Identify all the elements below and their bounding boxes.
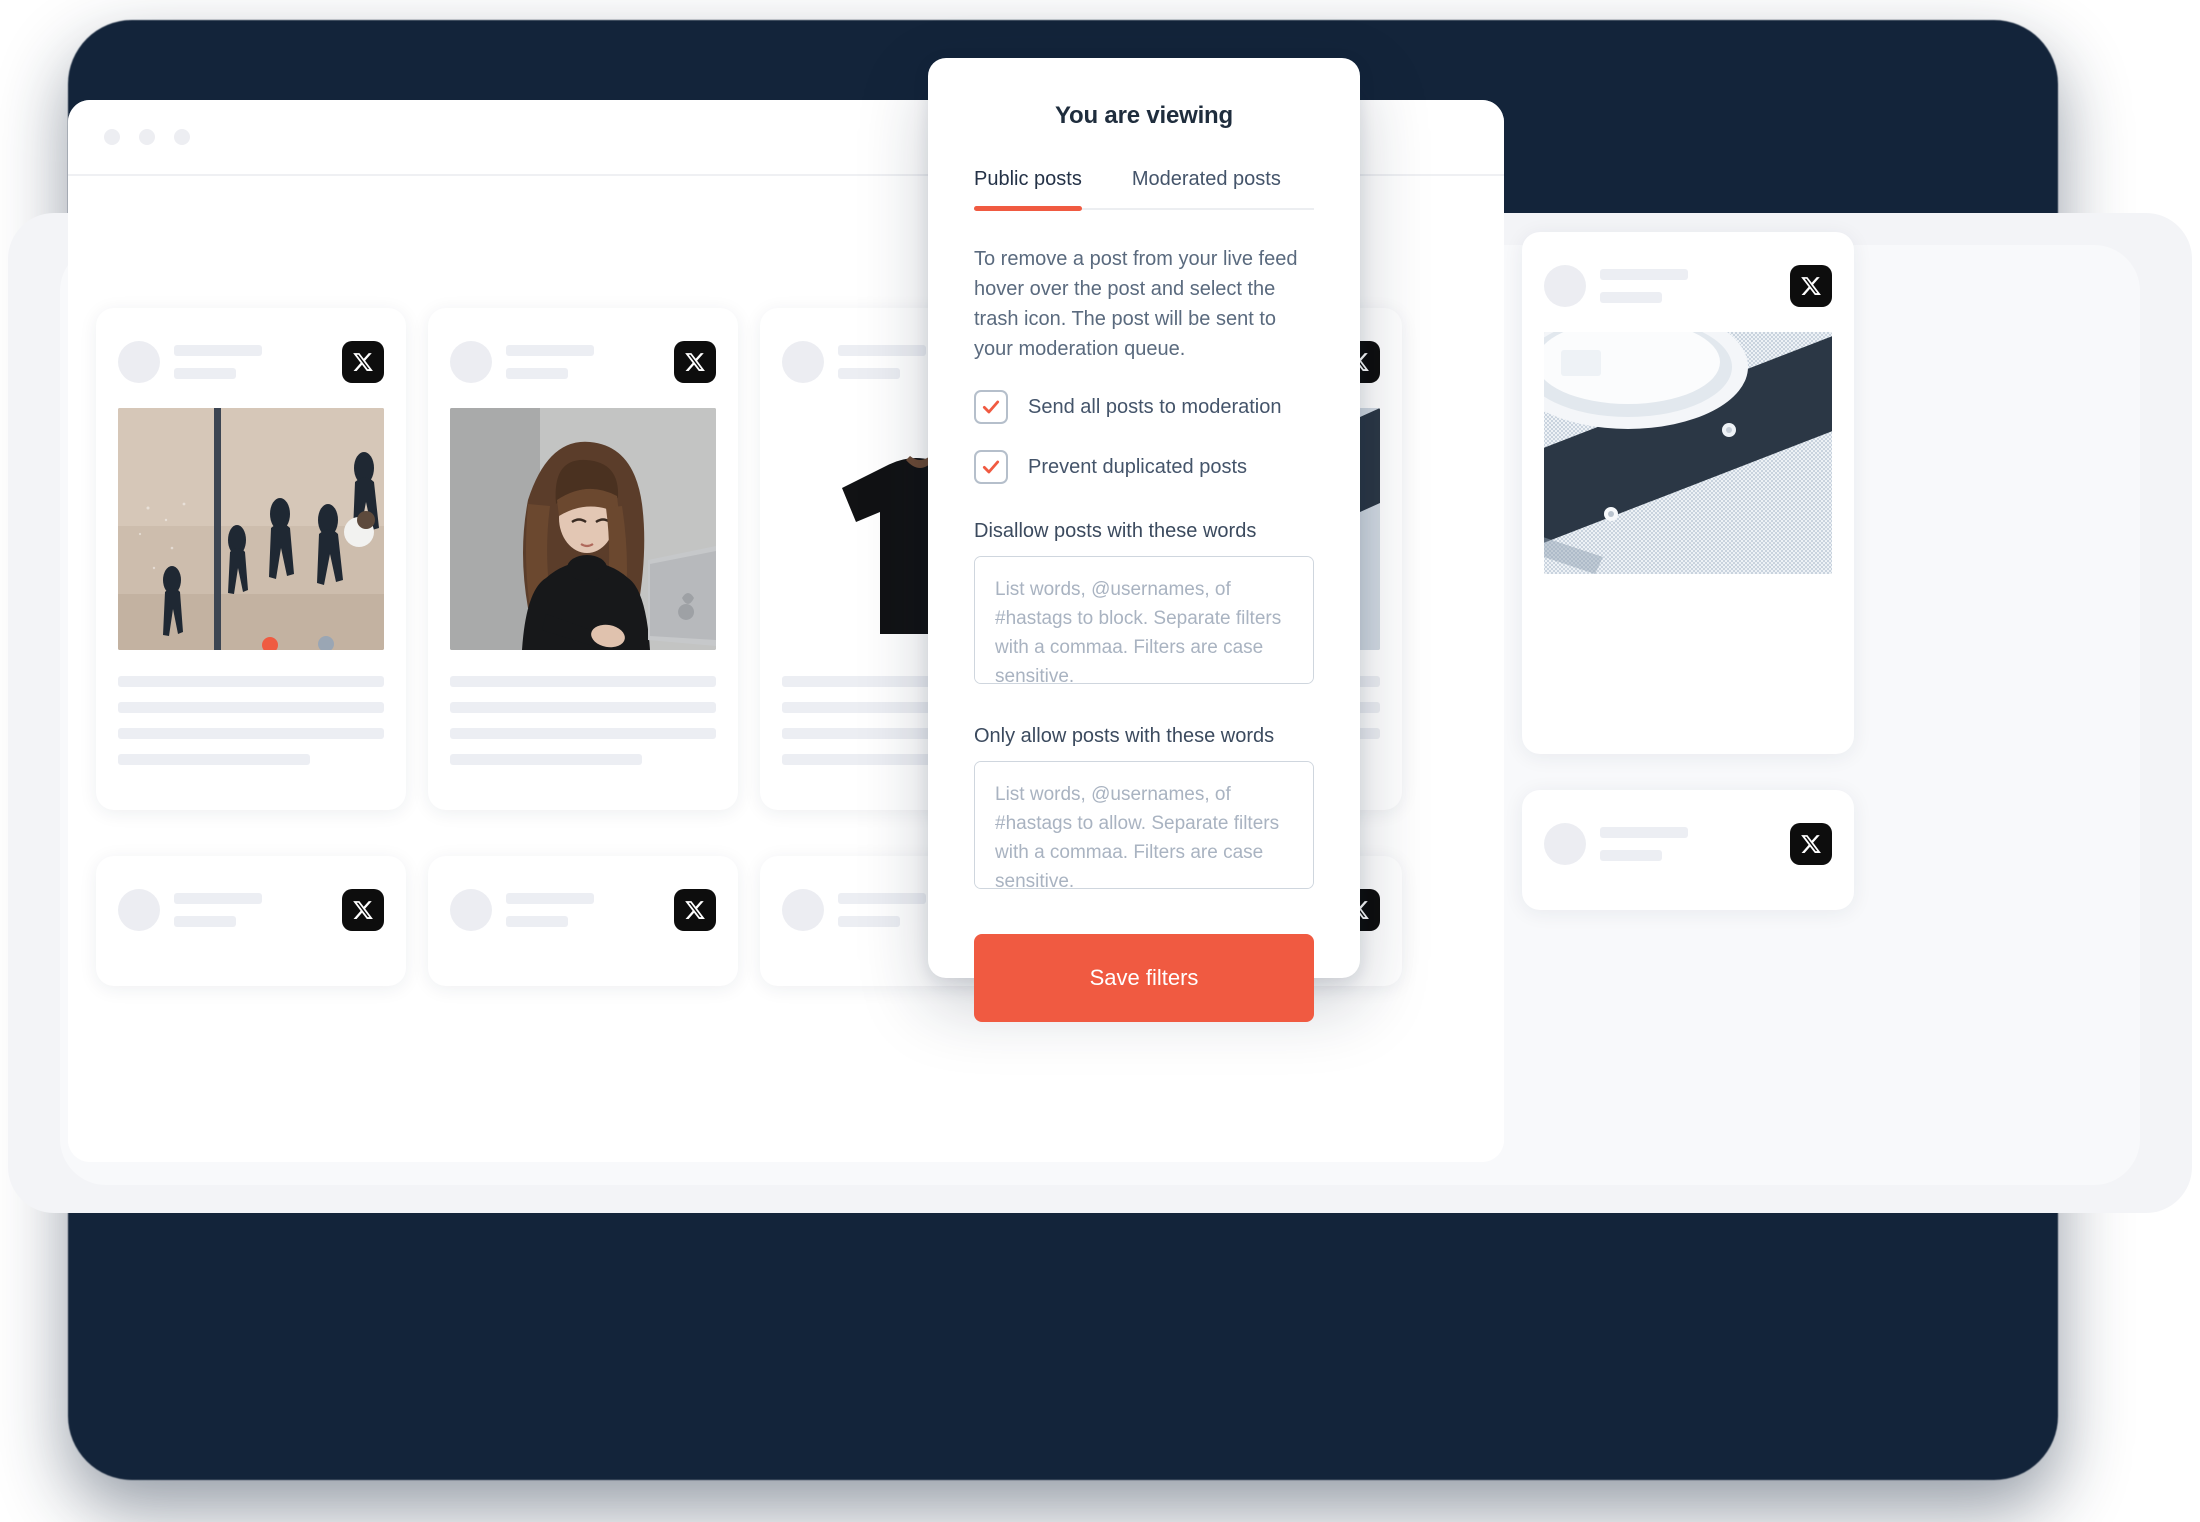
author-name-skeleton xyxy=(506,893,594,904)
outer-post-card-row2[interactable] xyxy=(1522,790,1854,910)
avatar xyxy=(118,341,160,383)
avatar xyxy=(1544,823,1586,865)
author-name-skeleton xyxy=(1600,269,1688,280)
post-header xyxy=(1544,256,1832,316)
author-name-skeleton xyxy=(174,345,262,356)
avatar xyxy=(782,341,824,383)
post-header xyxy=(1544,814,1832,874)
post-card[interactable] xyxy=(428,308,738,810)
x-logo-icon xyxy=(674,341,716,383)
author-handle-skeleton xyxy=(838,368,900,379)
allow-words-input[interactable] xyxy=(974,761,1314,889)
post-text-skeleton xyxy=(118,676,384,765)
avatar xyxy=(118,889,160,931)
text-line xyxy=(450,702,716,713)
post-author-placeholder xyxy=(174,345,342,379)
avatar xyxy=(450,341,492,383)
text-line xyxy=(118,676,384,687)
post-author-placeholder xyxy=(174,893,342,927)
post-text-skeleton xyxy=(450,676,716,765)
text-line xyxy=(118,702,384,713)
save-filters-button[interactable]: Save filters xyxy=(974,934,1314,1022)
post-card[interactable] xyxy=(428,856,738,986)
post-card[interactable] xyxy=(96,308,406,810)
label-disallow-words: Disallow posts with these words xyxy=(974,520,1257,542)
x-logo-icon xyxy=(1790,265,1832,307)
author-name-skeleton xyxy=(1600,827,1688,838)
post-author-placeholder xyxy=(506,345,674,379)
avatar xyxy=(450,889,492,931)
checkbox-label: Prevent duplicated posts xyxy=(1028,455,1248,478)
screenshot-stage: You are viewing Public posts Moderated p… xyxy=(0,0,2200,1522)
avatar xyxy=(782,889,824,931)
checkbox-label: Send all posts to moderation xyxy=(1028,395,1282,418)
author-handle-skeleton xyxy=(506,916,568,927)
x-logo-icon xyxy=(342,341,384,383)
window-close-dot[interactable] xyxy=(104,129,120,145)
post-author-placeholder xyxy=(1600,827,1790,861)
text-line xyxy=(450,728,716,739)
author-handle-skeleton xyxy=(1600,850,1662,861)
checkbox-prevent-duplicated-posts[interactable] xyxy=(974,450,1008,484)
post-header xyxy=(450,332,716,392)
post-header xyxy=(118,880,384,940)
moderation-settings-modal: You are viewing Public posts Moderated p… xyxy=(928,58,1360,1022)
window-minimize-dot[interactable] xyxy=(139,129,155,145)
checkbox-send-all-to-moderation[interactable] xyxy=(974,390,1008,424)
modal-title: You are viewing xyxy=(1055,102,1233,129)
tab-public-posts[interactable]: Public posts xyxy=(974,168,1082,211)
x-logo-icon xyxy=(674,889,716,931)
author-handle-skeleton xyxy=(838,916,900,927)
author-name-skeleton xyxy=(838,345,926,356)
post-header xyxy=(118,332,384,392)
text-line xyxy=(450,676,716,687)
post-photo-woman-laptop xyxy=(450,408,716,650)
author-handle-skeleton xyxy=(174,916,236,927)
author-handle-skeleton xyxy=(174,368,236,379)
avatar xyxy=(1544,265,1586,307)
x-logo-icon xyxy=(342,889,384,931)
author-handle-skeleton xyxy=(1600,292,1662,303)
post-header xyxy=(450,880,716,940)
post-photo-people-walking xyxy=(118,408,384,650)
text-line xyxy=(118,728,384,739)
x-logo-icon xyxy=(1790,823,1832,865)
post-photo-dress-shirts xyxy=(1544,332,1832,574)
post-card[interactable] xyxy=(96,856,406,986)
post-author-placeholder xyxy=(1600,269,1790,303)
author-name-skeleton xyxy=(838,893,926,904)
modal-tabs: Public posts Moderated posts xyxy=(974,168,1314,211)
check-icon xyxy=(982,400,1000,414)
author-name-skeleton xyxy=(174,893,262,904)
label-allow-words: Only allow posts with these words xyxy=(974,725,1275,747)
window-maximize-dot[interactable] xyxy=(174,129,190,145)
author-name-skeleton xyxy=(506,345,594,356)
modal-description: To remove a post from your live feed hov… xyxy=(974,248,1298,360)
check-icon xyxy=(982,460,1000,474)
checkbox-row-send-all-to-moderation[interactable]: Send all posts to moderation xyxy=(974,390,1314,424)
post-author-placeholder xyxy=(506,893,674,927)
text-line xyxy=(118,754,310,765)
outer-post-card[interactable] xyxy=(1522,232,1854,754)
text-line xyxy=(450,754,642,765)
author-handle-skeleton xyxy=(506,368,568,379)
checkbox-row-prevent-duplicated-posts[interactable]: Prevent duplicated posts xyxy=(974,450,1314,484)
tab-moderated-posts[interactable]: Moderated posts xyxy=(1132,168,1281,208)
disallow-words-input[interactable] xyxy=(974,556,1314,684)
